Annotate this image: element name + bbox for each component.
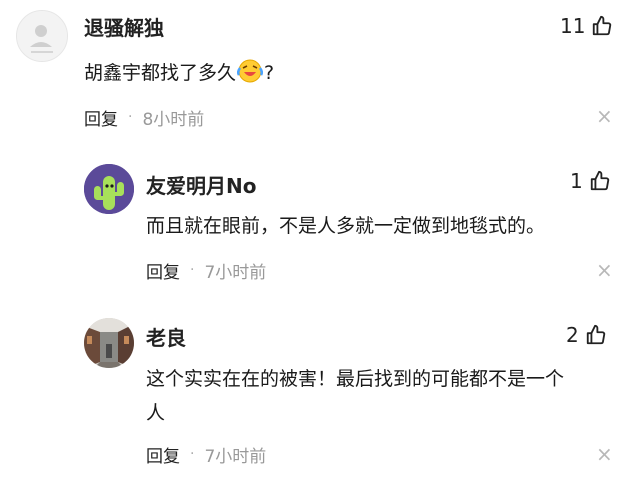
street-photo-avatar-icon	[84, 318, 134, 368]
timestamp: 7小时前	[204, 446, 267, 467]
avatar-default[interactable]	[16, 10, 68, 62]
comment-username[interactable]: 老良	[146, 322, 186, 351]
like-button[interactable]: 2	[566, 320, 607, 350]
meta-separator: ·	[190, 262, 195, 278]
like-button[interactable]: 1	[570, 166, 611, 196]
timestamp: 7小时前	[204, 262, 267, 283]
default-avatar-icon	[17, 11, 67, 61]
thumbs-up-icon	[590, 170, 609, 191]
cactus-avatar-icon	[84, 164, 134, 214]
close-icon[interactable]: ×	[596, 260, 613, 280]
avatar-street-photo[interactable]	[84, 318, 134, 368]
like-count: 1	[570, 169, 583, 193]
comment-meta: 回复 · 8小时前	[84, 105, 205, 130]
timestamp: 8小时前	[142, 109, 205, 130]
close-icon[interactable]: ×	[596, 444, 613, 464]
laughing-crying-emoji	[237, 59, 264, 83]
close-icon[interactable]: ×	[596, 106, 613, 126]
comment-text: 这个实实在在的被害！最后找到的可能都不是一个 人	[146, 362, 626, 430]
like-count: 2	[566, 323, 579, 347]
comment-text-line-2: 人	[146, 402, 166, 424]
avatar-cactus[interactable]	[84, 164, 134, 214]
reply-button[interactable]: 回复	[146, 442, 180, 467]
reply-button[interactable]: 回复	[84, 105, 118, 130]
comment-meta: 回复 · 7小时前	[146, 258, 267, 283]
comment-meta: 回复 · 7小时前	[146, 442, 267, 467]
comment-username[interactable]: 友爱明月No	[146, 170, 256, 199]
comment-text: 胡鑫宇都找了多久 ?	[84, 56, 274, 90]
thumbs-up-icon	[593, 15, 612, 36]
comment-text-line-1: 这个实实在在的被害！最后找到的可能都不是一个	[146, 368, 565, 390]
comment-username[interactable]: 退骚解独	[84, 12, 164, 41]
like-button[interactable]: 11	[560, 11, 613, 41]
thumbs-up-icon	[586, 324, 605, 345]
like-count: 11	[560, 14, 586, 38]
meta-separator: ·	[128, 109, 133, 125]
comment-text: 而且就在眼前，不是人多就一定做到地毯式的。	[146, 215, 546, 237]
meta-separator: ·	[190, 446, 195, 462]
reply-button[interactable]: 回复	[146, 258, 180, 283]
